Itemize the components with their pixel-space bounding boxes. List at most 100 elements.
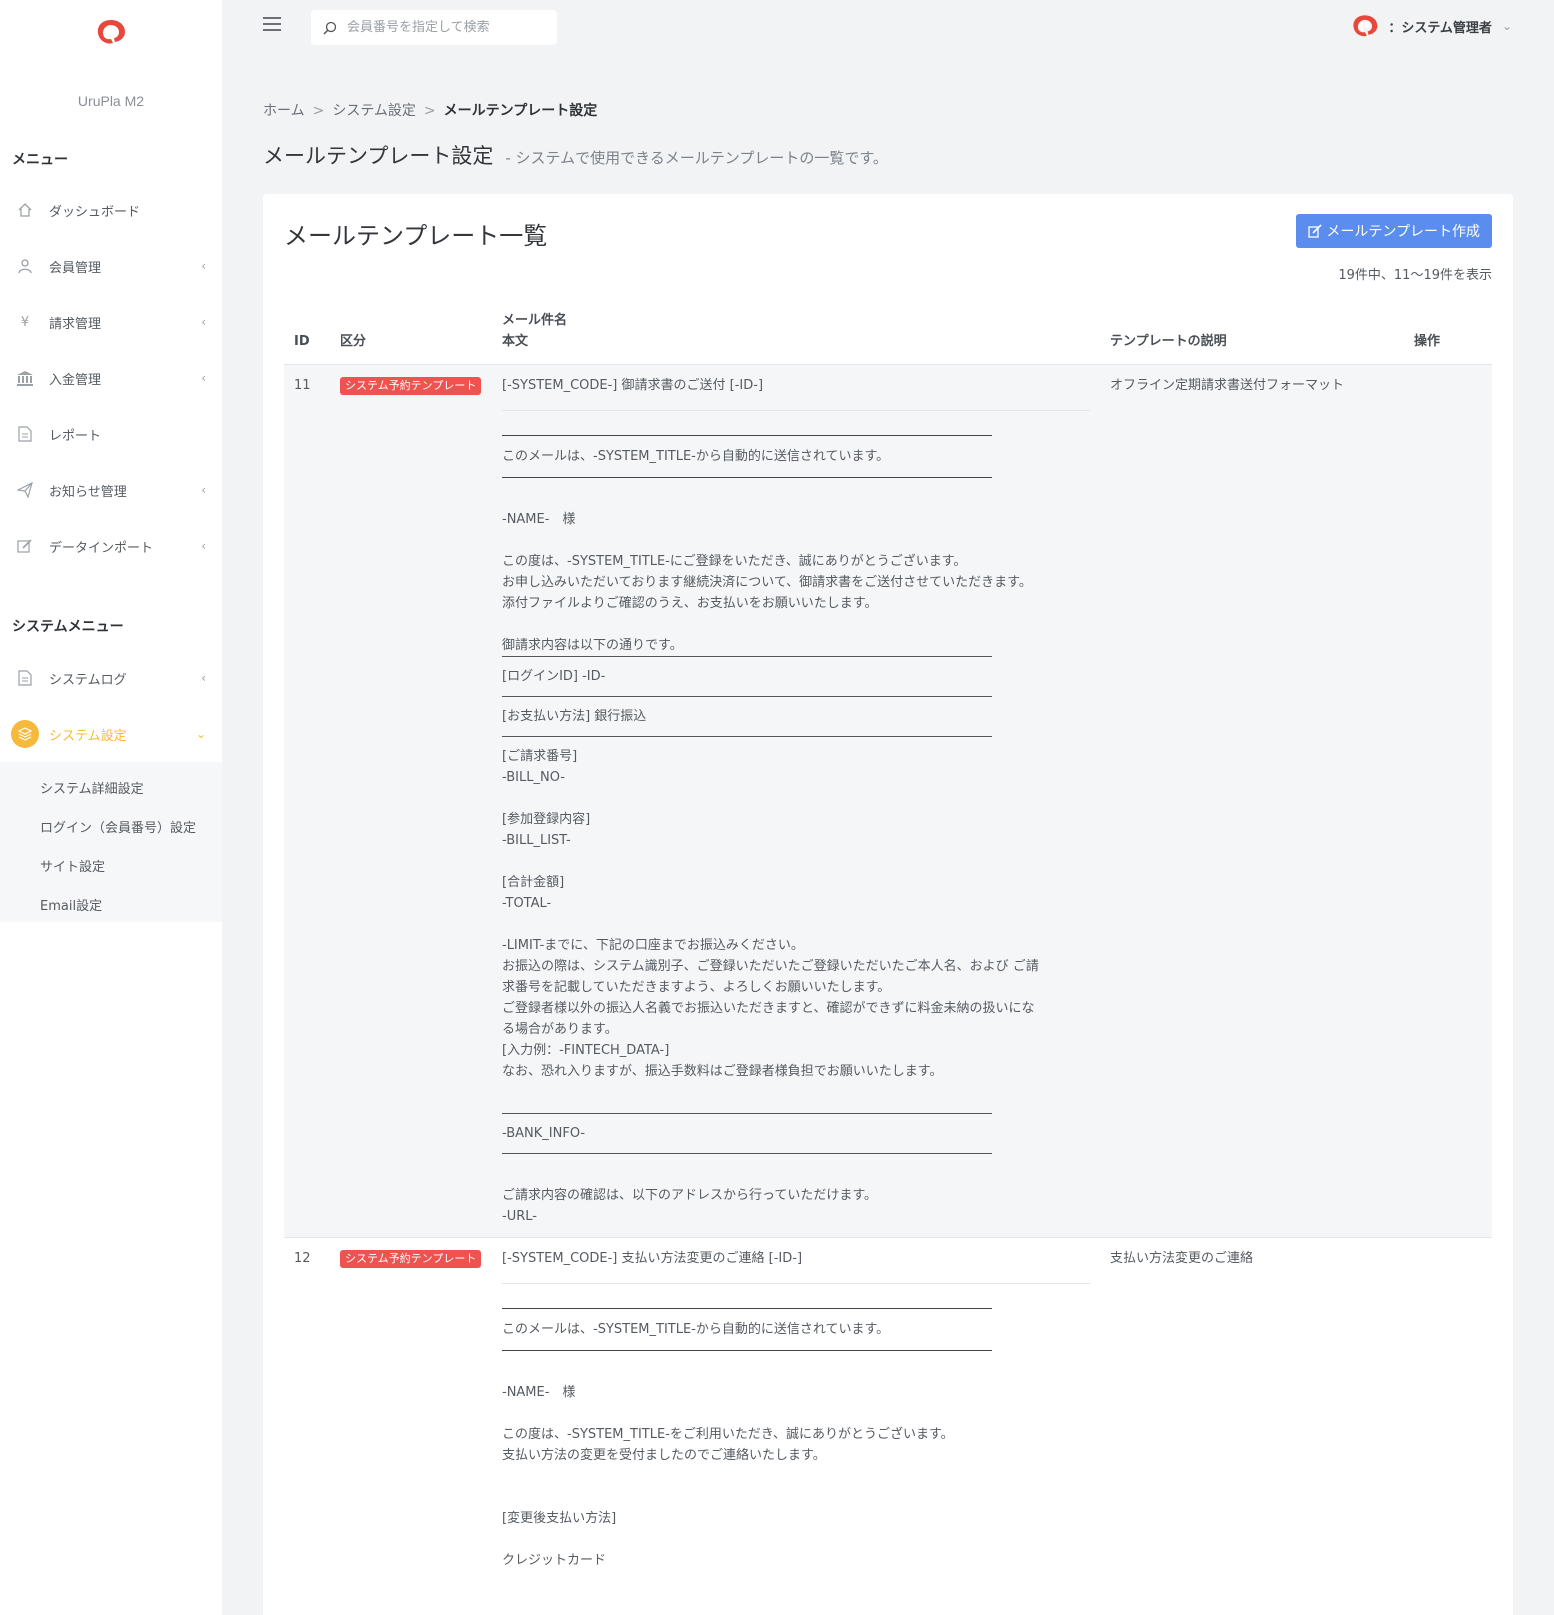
app-name: UruPla M2 [77,93,145,109]
breadcrumb-separator: > [423,103,436,119]
sidebar-item-billing[interactable]: ¥ 請求管理 ‹ [0,302,222,342]
col-body: 本文 [502,334,529,349]
edit-icon [1308,224,1322,238]
sidebar-item-report[interactable]: レポート [0,414,222,454]
col-subject-body: メール件名 本文 [492,310,1100,365]
template-list-card: メールテンプレート一覧 メールテンプレート作成 19件中、11〜19件を表示 I… [263,194,1513,1615]
status-badge: システム予約テンプレート [340,377,482,395]
user-name: ：システム管理者 [1388,20,1492,36]
brand-logo-icon[interactable] [94,17,128,47]
page-title: メールテンプレート設定 [263,144,494,168]
body-line: このメールは、-SYSTEM_TITLE-から自動的に送信されています。 [502,449,890,464]
layers-icon [11,720,39,748]
menu-section-title: メニュー [12,152,68,168]
col-subject: メール件名 [502,313,568,328]
sidebar-item-payments[interactable]: 入金管理 ‹ [0,358,222,398]
chevron-left-icon: ‹ [201,671,206,685]
col-kind: 区分 [330,310,492,365]
sidebar-item-dashboard[interactable]: ダッシュボード [0,190,222,230]
sidebar-item-label: データインポート [49,540,154,556]
template-table: ID 区分 メール件名 本文 テンプレートの説明 操作 11 システム予約テンプ… [284,310,1492,1581]
paper-plane-icon [15,480,35,500]
body-line: -BANK_INFO- [502,1126,586,1141]
system-menu-section-title: システムメニュー [12,619,124,635]
breadcrumb: ホーム > システム設定 > メールテンプレート設定 [263,100,597,120]
row-subject: [-SYSTEM_CODE-] 支払い方法変更のご連絡 [-ID-] [502,1248,1090,1284]
breadcrumb-current: メールテンプレート設定 [443,103,598,119]
yen-icon: ¥ [20,314,30,330]
body-line: この度は、-SYSTEM_TITLE-をご利用いただき、誠にありがとうございます… [502,1427,954,1442]
chevron-left-icon: ‹ [201,259,206,273]
sidebar-item-members[interactable]: 会員管理 ‹ [0,246,222,286]
search-icon [323,21,337,35]
sidebar-item-label: システム設定 [49,728,127,744]
document-icon [15,668,35,688]
chevron-down-icon: ⌄ [1501,19,1512,33]
row-id: 11 [284,364,330,1238]
body-line: る場合があります。 [502,1022,618,1037]
row-operations [1404,364,1492,1238]
body-line: [参加登録内容] [502,812,591,827]
search-input[interactable] [347,20,537,35]
breadcrumb-home[interactable]: ホーム [263,103,305,119]
sidebar-item-label: ダッシュボード [49,204,141,220]
body-line: -BILL_NO- [502,770,565,785]
body-line: [入力例：-FINTECH_DATA-] [502,1043,670,1058]
result-count: 19件中、11〜19件を表示 [1338,268,1492,283]
menu-toggle-icon[interactable] [263,17,281,31]
body-line: -NAME- 様 [502,512,576,527]
page-subtitle: - システムで使用できるメールテンプレートの一覧です。 [505,149,888,167]
row-content: [-SYSTEM_CODE-] 御請求書のご送付 [-ID-] このメールは、-… [492,364,1100,1238]
body-line: なお、恐れ入りますが、振込手数料はご登録者様負担でお願いいたします。 [502,1064,943,1079]
sidebar: UruPla M2 メニュー ダッシュボード 会員管理 ‹ ¥ 請求管理 ‹ 入… [0,0,222,1615]
user-icon [15,256,35,276]
body-line: 支払い方法の変更を受付ましたのでご連絡いたします。 [502,1448,826,1463]
sidebar-item-label: お知らせ管理 [49,484,127,500]
col-operations: 操作 [1404,310,1492,365]
col-id: ID [284,310,330,365]
breadcrumb-system-settings[interactable]: システム設定 [332,103,416,119]
body-line: 求番号を記載していただきますよう、よろしくお願いいたします。 [502,980,891,995]
user-menu[interactable]: ：システム管理者 ⌄ [1350,12,1512,40]
sidebar-item-label: システムログ [49,672,127,688]
body-line: [変更後支払い方法] [502,1511,617,1526]
sidebar-item-label: レポート [49,428,102,444]
chevron-down-icon: ⌄ [195,727,206,741]
avatar [1353,15,1378,37]
sidebar-item-system-log[interactable]: システムログ ‹ [0,658,222,698]
member-search [311,10,557,45]
chevron-left-icon: ‹ [201,315,206,329]
row-description: 支払い方法変更のご連絡 [1110,1251,1254,1266]
submenu-item-login-settings[interactable]: ログイン（会員番号）設定 [40,817,196,836]
logo-area [0,0,222,64]
edit-icon [15,536,35,556]
sidebar-item-notices[interactable]: お知らせ管理 ‹ [0,470,222,510]
chevron-left-icon: ‹ [201,371,206,385]
submenu-item-system-detail[interactable]: システム詳細設定 [40,778,144,797]
create-template-button[interactable]: メールテンプレート作成 [1296,214,1492,248]
submenu-item-email-settings[interactable]: Email設定 [40,895,102,914]
sidebar-item-system-settings[interactable]: システム設定 ⌄ [0,714,222,754]
row-operations [1404,1238,1492,1582]
sidebar-item-import[interactable]: データインポート ‹ [0,526,222,566]
bank-icon [15,368,35,388]
home-icon [15,200,35,220]
body-line: クレジットカード [502,1553,607,1568]
document-icon [15,424,35,444]
row-content: [-SYSTEM_CODE-] 支払い方法変更のご連絡 [-ID-] このメール… [492,1238,1100,1582]
breadcrumb-separator: > [312,103,325,119]
table-row: 12 システム予約テンプレート [-SYSTEM_CODE-] 支払い方法変更の… [284,1238,1492,1582]
row-subject: [-SYSTEM_CODE-] 御請求書のご送付 [-ID-] [502,375,1090,411]
system-settings-submenu: システム詳細設定 ログイン（会員番号）設定 サイト設定 Email設定 [0,762,222,922]
chevron-left-icon: ‹ [201,539,206,553]
body-line: [お支払い方法] 銀行振込 [502,709,647,724]
body-line: ご請求内容の確認は、以下のアドレスから行っていただけます。 [502,1188,878,1203]
submenu-item-site-settings[interactable]: サイト設定 [40,856,105,875]
body-line: -BILL_LIST- [502,833,571,848]
body-line: 添付ファイルよりご確認のうえ、お支払いをお願いいたします。 [502,596,878,611]
body-line: [ログインID] -ID- [502,669,606,684]
body-line: -TOTAL- [502,896,552,911]
body-line: お振込の際は、システム識別子、ご登録いただいたご登録いただいたご本人名、および … [502,959,1039,974]
table-header-row: ID 区分 メール件名 本文 テンプレートの説明 操作 [284,310,1492,365]
row-description: オフライン定期請求書送付フォーマット [1100,364,1404,1238]
